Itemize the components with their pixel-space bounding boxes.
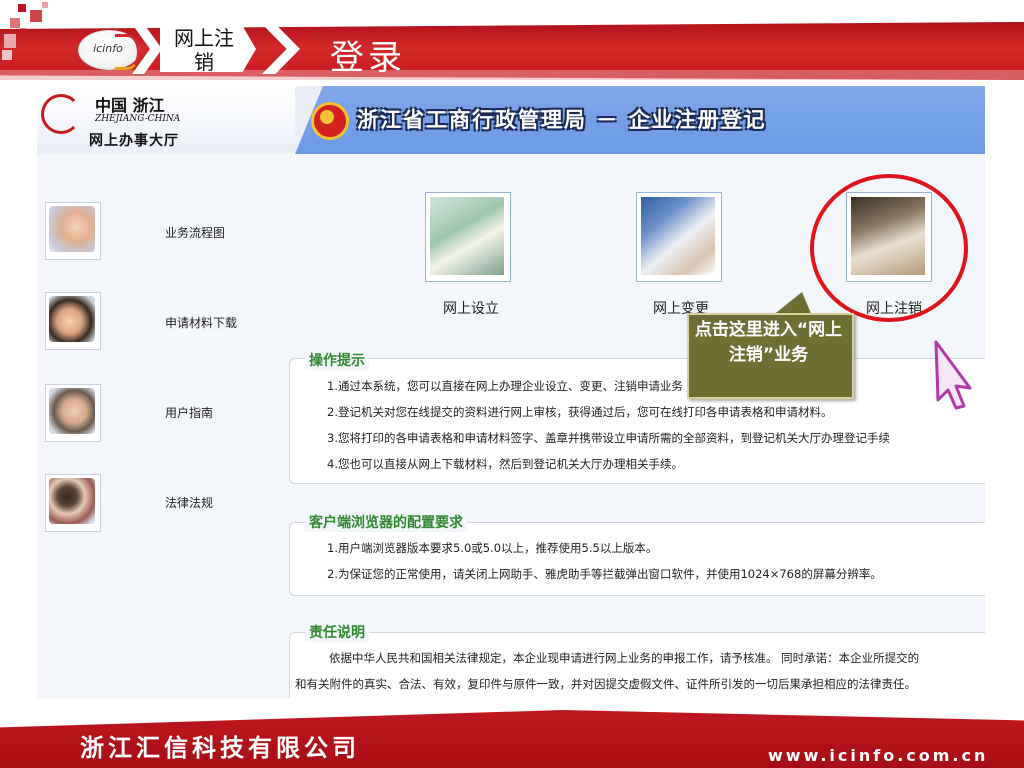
browser-line: 1.用户端浏览器版本要求5.0或5.0以上，推荐使用5.5以上版本。 (327, 541, 658, 555)
sidebar-item-guide[interactable] (45, 384, 101, 442)
sidebar-item-label[interactable]: 法律法规 (165, 494, 213, 511)
tips-title: 操作提示 (305, 350, 369, 370)
hands-photo-icon (49, 206, 95, 252)
zhejiang-emblem-icon (41, 94, 81, 134)
man-glasses-photo-icon (49, 388, 95, 434)
sidebar-item-label[interactable]: 用户指南 (165, 404, 213, 421)
online-hall-title: 网上办事大厅 (89, 133, 179, 149)
bureau-badge-center (320, 110, 334, 124)
phone-user-photo-icon (49, 296, 95, 342)
callout-text: 点击这里进入“网上注销”业务 (694, 320, 843, 365)
company-url: www.icinfo.com.cn (768, 746, 989, 765)
bureau-title: 浙江省工商行政管理局 － 企业注册登记 (357, 107, 767, 132)
liability-line: 和有关附件的真实、合法、有效，复印件与原件一致，并对因提交虚假文件、证件所引发的… (295, 677, 916, 691)
header-shadow-band (0, 70, 1024, 80)
sidebar-item-process[interactable] (45, 202, 101, 260)
tips-line: 3.您将打印的各申请表格和申请材料签字、盖章并携带设立申请所需的全部资料，到登记… (327, 431, 890, 445)
service-register-link[interactable]: 网上设立 (411, 298, 531, 318)
tips-line: 2.登记机关对您在线提交的资料进行网上审核，获得通过后，您可在线打印各申请表格和… (327, 405, 833, 419)
tips-line: 1.通过本系统，您可以直接在网上办理企业设立、变更、注销申请业务 (327, 379, 683, 393)
province-name: 中国 浙江 (95, 96, 165, 115)
fountain-pen-photo-icon (430, 197, 504, 275)
browser-line: 2.为保证您的正常使用，请关闭上网助手、雅虎助手等拦截弹出窗口软件，并使用102… (327, 567, 882, 581)
liability-title: 责任说明 (305, 622, 369, 642)
sidebar-item-downloads[interactable] (45, 292, 101, 350)
tips-line: 4.您也可以直接从网上下载材料，然后到登记机关大厅办理相关手续。 (327, 457, 683, 471)
service-tile-change[interactable] (636, 192, 722, 282)
browser-title: 客户端浏览器的配置要求 (305, 512, 467, 532)
sidebar-item-label[interactable]: 业务流程图 (165, 224, 225, 241)
sidebar-item-label[interactable]: 申请材料下载 (165, 314, 237, 331)
signing-hand-photo-icon (641, 197, 715, 275)
company-name: 浙江汇信科技有限公司 (80, 733, 360, 762)
pixel-decoration (0, 0, 60, 70)
province-english: ZHEJIANG-CHINA (95, 114, 181, 124)
liability-line: 依据中华人民共和国相关法律规定，本企业现申请进行网上业务的申报工作，请予核准。 … (329, 651, 920, 665)
page-title: 登录 (330, 38, 406, 78)
browser-panel (289, 522, 985, 596)
icinfo-logo-text: icinfo (93, 42, 123, 55)
woman-photo-icon (49, 478, 95, 524)
mouse-cursor-icon (934, 340, 972, 410)
sidebar-item-laws[interactable] (45, 474, 101, 532)
highlight-circle (810, 174, 968, 322)
service-tile-register[interactable] (425, 192, 511, 282)
breadcrumb: 网上注销 (174, 26, 234, 74)
